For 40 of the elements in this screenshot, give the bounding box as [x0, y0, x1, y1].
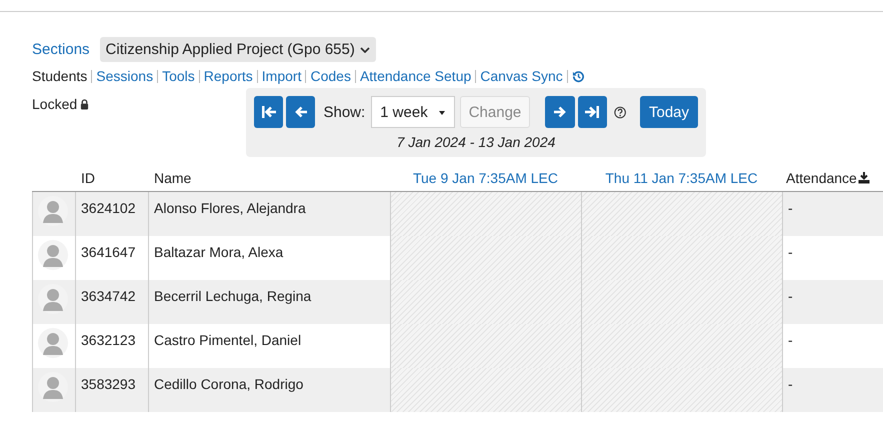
nav-link[interactable]: Reports — [204, 68, 253, 84]
table-cell: - — [782, 280, 883, 324]
table-cell: - — [782, 192, 883, 236]
arrow-to-end-icon — [584, 105, 600, 119]
period-dropdown[interactable]: 1 week — [371, 96, 455, 128]
history-icon[interactable] — [572, 70, 585, 82]
nav-link[interactable]: Tools — [162, 68, 195, 84]
help-icon[interactable] — [614, 106, 626, 118]
nav-link[interactable]: Import — [262, 68, 302, 84]
left-arrow-icon — [294, 105, 308, 119]
avatar-icon — [38, 328, 68, 358]
last-week-button[interactable] — [578, 96, 607, 128]
table-cell: 3634742 — [75, 280, 148, 324]
nav-link[interactable]: Students — [32, 68, 88, 84]
table-cell: 3624102 — [75, 192, 148, 236]
table-cell: Cedillo Corona, Rodrigo — [148, 368, 390, 412]
nav-link[interactable]: Attendance Setup — [360, 68, 472, 84]
date-range-text: 7 Jan 2024 - 13 Jan 2024 — [396, 133, 556, 150]
nav-link[interactable]: Codes — [310, 68, 351, 84]
locked-label: Locked — [32, 96, 78, 112]
sections-link[interactable]: Sections — [32, 41, 90, 58]
column-header: Attendance — [786, 170, 857, 186]
first-week-button[interactable] — [254, 96, 284, 128]
nav-link[interactable]: Sessions — [96, 68, 154, 84]
table-cell: Alonso Flores, Alejandra — [148, 192, 390, 236]
previous-week-button[interactable] — [286, 96, 316, 128]
nav-link[interactable]: Canvas Sync — [480, 68, 563, 84]
right-arrow-icon — [552, 105, 567, 119]
table-cell: 3583293 — [75, 368, 148, 412]
chevron-down-icon — [360, 46, 370, 52]
avatar-icon — [38, 240, 68, 270]
download-icon[interactable] — [858, 172, 870, 184]
show-label: Show: — [323, 104, 366, 120]
arrow-to-start-icon — [260, 105, 277, 119]
section-dropdown[interactable]: Citizenship Applied Project (Gpo 655) — [100, 37, 376, 62]
table-cell: Becerril Lechuga, Regina — [148, 280, 390, 324]
lock-icon — [80, 99, 90, 110]
next-week-button[interactable] — [545, 96, 574, 128]
table-cell: - — [782, 368, 883, 412]
today-button[interactable]: Today — [640, 96, 698, 128]
